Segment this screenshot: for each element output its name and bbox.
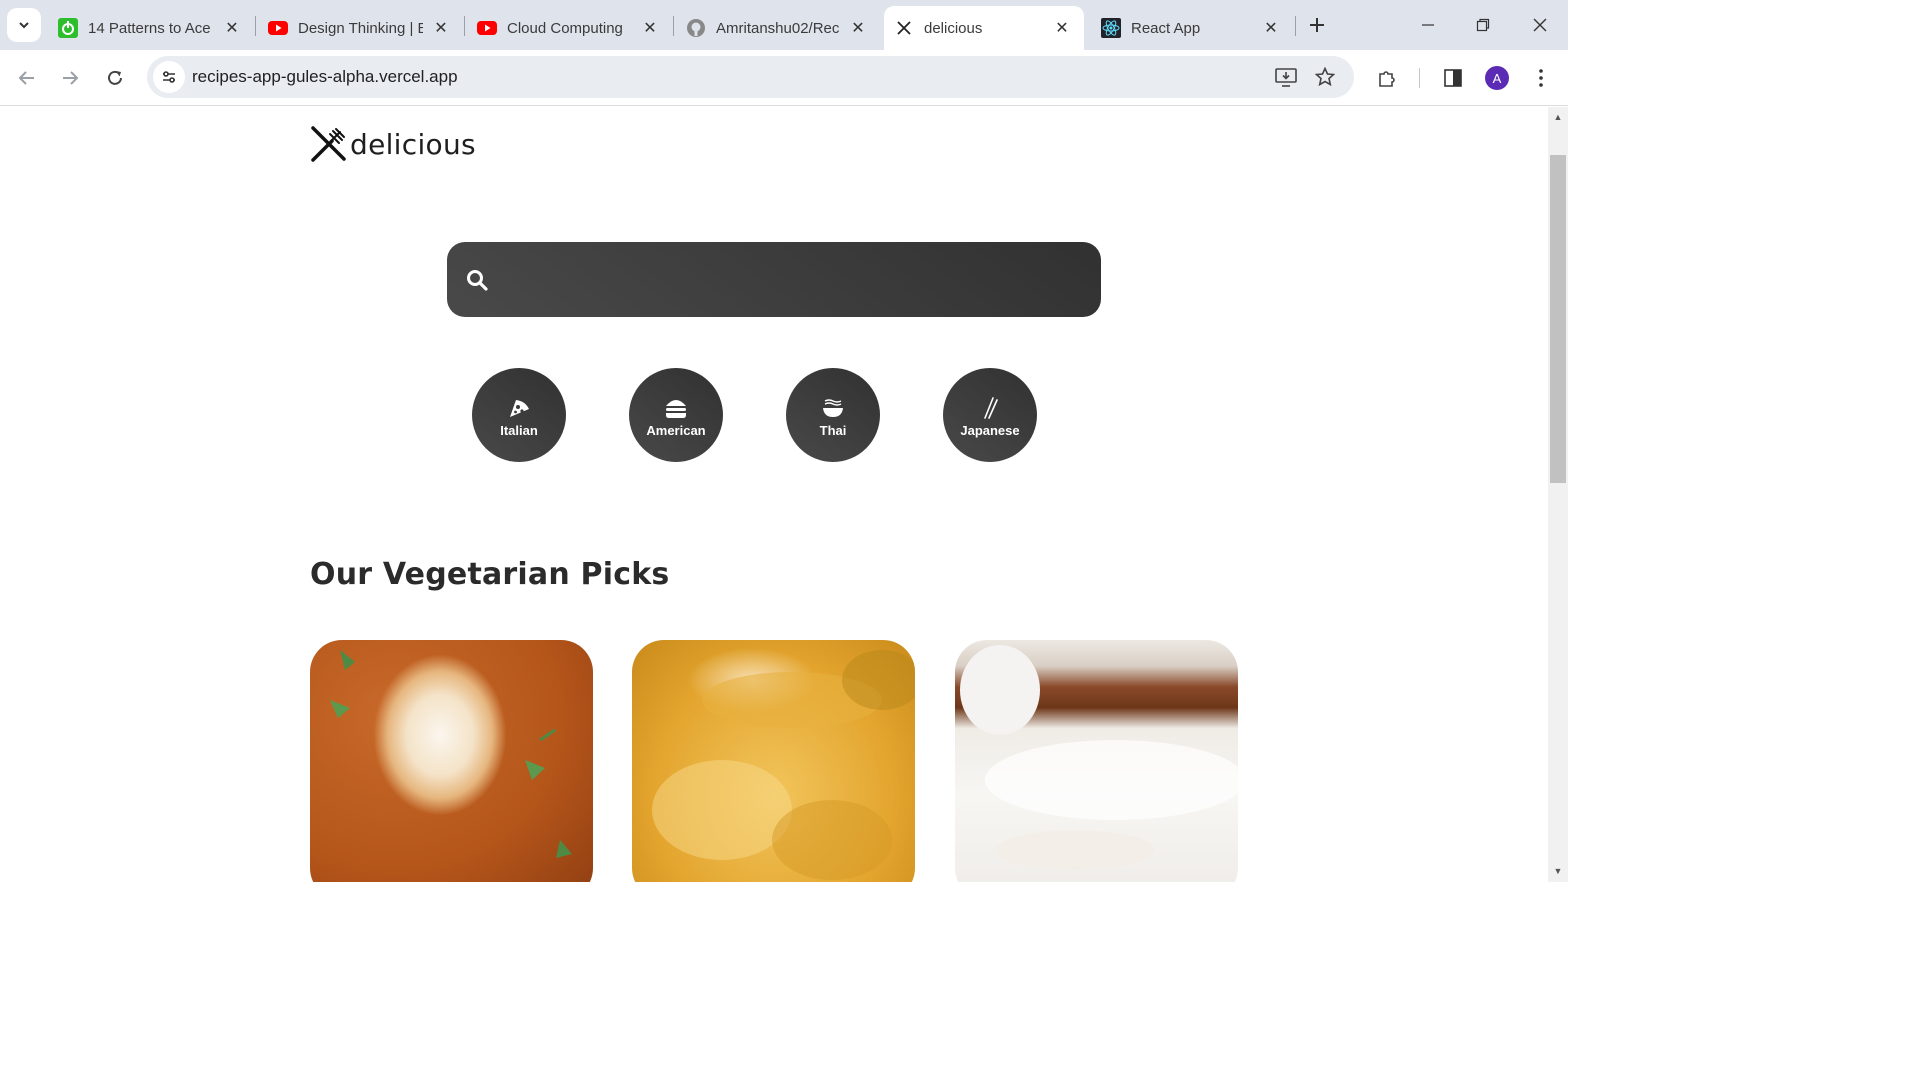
github-icon	[686, 18, 706, 38]
category-label: American	[646, 423, 706, 438]
kebab-menu-icon	[1539, 69, 1543, 87]
youtube-icon	[477, 18, 497, 38]
noodle-bowl-icon	[821, 396, 845, 420]
page-viewport: delicious Italian American Thai Japanese…	[0, 107, 1548, 882]
close-icon[interactable]: ✕	[1261, 18, 1281, 38]
side-panel-button[interactable]	[1436, 61, 1470, 95]
close-icon[interactable]: ✕	[848, 18, 868, 38]
hamburger-icon	[664, 396, 688, 420]
address-bar[interactable]: recipes-app-gules-alpha.vercel.app	[147, 56, 1354, 98]
scroll-down-arrow[interactable]: ▼	[1552, 865, 1564, 877]
tab-search-button[interactable]	[7, 8, 41, 42]
recipe-image	[632, 640, 915, 882]
browser-tab[interactable]: React App ✕	[1091, 6, 1293, 50]
browser-tab-active[interactable]: delicious ✕	[884, 6, 1084, 50]
close-icon[interactable]: ✕	[222, 18, 242, 38]
reload-icon	[108, 70, 122, 85]
search-form	[447, 242, 1101, 317]
category-label: Japanese	[960, 423, 1020, 438]
arrow-right-icon	[63, 71, 79, 85]
bookmark-button[interactable]	[1310, 62, 1340, 92]
fork-knife-icon	[894, 18, 914, 38]
category-thai[interactable]: Thai	[786, 368, 880, 462]
fork-knife-icon	[311, 126, 346, 162]
chevron-down-icon	[19, 22, 29, 29]
youtube-icon	[268, 18, 288, 38]
tab-title: React App	[1131, 19, 1201, 37]
scrollbar-thumb[interactable]	[1550, 155, 1566, 483]
logo-text: delicious	[350, 127, 476, 161]
browser-toolbar: recipes-app-gules-alpha.vercel.app	[0, 50, 1568, 106]
tab-title: delicious	[924, 19, 983, 37]
puzzle-icon	[1379, 71, 1395, 87]
tab-separator	[673, 16, 674, 36]
tab-title: Design Thinking | E	[298, 19, 423, 37]
side-panel-icon	[1444, 69, 1462, 87]
reload-button[interactable]	[97, 60, 133, 96]
tab-title: 14 Patterns to Ace	[88, 19, 211, 37]
chopsticks-icon	[978, 396, 1002, 420]
category-label: Italian	[500, 423, 538, 438]
new-tab-button[interactable]	[1302, 10, 1332, 40]
close-icon[interactable]: ✕	[640, 18, 660, 38]
tab-title: Cloud Computing	[507, 19, 623, 37]
back-button[interactable]	[9, 60, 45, 96]
tab-title: Amritanshu02/Reci	[716, 19, 840, 37]
install-icon	[1275, 68, 1297, 87]
tune-icon	[163, 71, 175, 83]
section-title: Our Vegetarian Picks	[310, 557, 670, 592]
leetcode-icon	[58, 18, 78, 38]
recipe-image	[955, 640, 1238, 882]
install-app-button[interactable]	[1271, 62, 1301, 92]
tab-separator	[1295, 16, 1296, 36]
recipe-card[interactable]	[955, 640, 1238, 882]
recipe-image	[310, 640, 593, 882]
minimize-icon	[1422, 24, 1434, 26]
tab-separator	[464, 16, 465, 36]
pizza-icon	[507, 396, 531, 420]
tab-strip: 14 Patterns to Ace ✕ Design Thinking | E…	[0, 0, 1568, 50]
category-label: Thai	[819, 423, 847, 438]
star-icon	[1315, 67, 1335, 87]
close-icon	[1533, 18, 1547, 32]
category-american[interactable]: American	[629, 368, 723, 462]
scroll-up-arrow[interactable]: ▲	[1552, 111, 1564, 123]
browser-tab[interactable]: Amritanshu02/Reci ✕	[676, 6, 880, 50]
menu-button[interactable]	[1524, 61, 1558, 95]
profile-avatar[interactable]: A	[1485, 66, 1509, 90]
close-window-button[interactable]	[1520, 8, 1560, 42]
recipe-card[interactable]	[632, 640, 915, 882]
extensions-button[interactable]	[1370, 61, 1404, 95]
close-icon[interactable]: ✕	[1052, 18, 1072, 38]
close-icon[interactable]: ✕	[431, 18, 451, 38]
browser-tab[interactable]: Cloud Computing ✕	[467, 6, 672, 50]
recipe-card[interactable]	[310, 640, 593, 882]
search-icon	[467, 270, 488, 291]
url-text[interactable]: recipes-app-gules-alpha.vercel.app	[192, 67, 458, 87]
browser-tab[interactable]: Design Thinking | E ✕	[258, 6, 463, 50]
react-icon	[1101, 18, 1121, 38]
toolbar-divider	[1419, 68, 1420, 88]
forward-button[interactable]	[52, 60, 88, 96]
category-japanese[interactable]: Japanese	[943, 368, 1037, 462]
category-italian[interactable]: Italian	[472, 368, 566, 462]
arrow-left-icon	[18, 71, 34, 85]
logo-link[interactable]: delicious	[310, 125, 476, 163]
tab-separator	[255, 16, 256, 36]
restore-icon	[1476, 18, 1490, 32]
plus-icon	[1310, 18, 1324, 32]
browser-tab[interactable]: 14 Patterns to Ace ✕	[48, 6, 254, 50]
site-info-button[interactable]	[153, 61, 185, 93]
search-input[interactable]	[517, 252, 1087, 307]
restore-button[interactable]	[1463, 8, 1503, 42]
minimize-button[interactable]	[1408, 8, 1448, 42]
